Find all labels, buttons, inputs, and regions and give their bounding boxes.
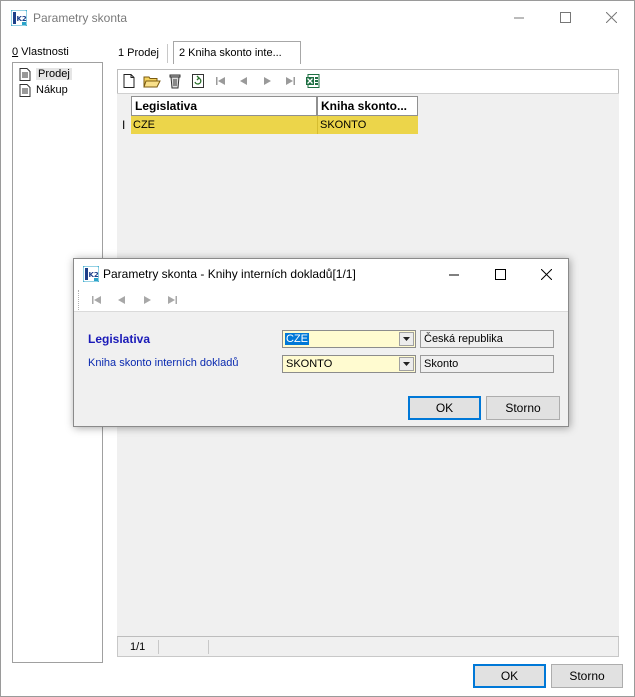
- new-button[interactable]: [117, 70, 140, 92]
- maximize-button[interactable]: [542, 1, 588, 34]
- tab-separator: [167, 44, 168, 63]
- dropdown-button[interactable]: [399, 332, 414, 346]
- storno-button[interactable]: Storno: [551, 664, 623, 688]
- dialog-title: Parametry skonta - Knihy interních dokla…: [103, 267, 356, 281]
- dialog-minimize-button[interactable]: [431, 259, 477, 289]
- table-cell[interactable]: CZE: [131, 116, 317, 134]
- row-indicator: I: [122, 118, 126, 132]
- first-record-button[interactable]: [209, 70, 232, 92]
- chevron-down-icon: [403, 362, 410, 366]
- column-header-kniha-skonto[interactable]: Kniha skonto...: [317, 96, 418, 116]
- legislativa-value: CZE: [285, 333, 309, 345]
- tab-kniha-skonto[interactable]: 2 Kniha skonto inte...: [173, 41, 301, 64]
- refresh-button[interactable]: [186, 70, 209, 92]
- svg-text:K2: K2: [17, 15, 27, 23]
- maximize-icon: [494, 268, 506, 280]
- prev-record-button[interactable]: [232, 70, 255, 92]
- chevron-down-icon: [403, 337, 410, 341]
- document-icon: [19, 83, 31, 97]
- open-button[interactable]: [140, 70, 163, 92]
- properties-label: 0 Vlastnosti: [12, 46, 69, 58]
- minimize-button[interactable]: [496, 1, 542, 34]
- delete-icon: [169, 74, 180, 89]
- status-bar: 1/1: [117, 637, 619, 657]
- prev-record-button[interactable]: [109, 290, 134, 310]
- minimize-icon: [513, 17, 524, 19]
- tree-item-label: Prodej: [36, 68, 72, 80]
- dialog-ok-button[interactable]: OK: [408, 396, 481, 420]
- dialog-maximize-button[interactable]: [477, 259, 523, 289]
- maximize-icon: [559, 12, 571, 23]
- last-record-button[interactable]: [159, 290, 184, 310]
- svg-text:K2: K2: [89, 271, 99, 279]
- dialog-record-nav: [78, 290, 184, 310]
- prev-record-icon: [117, 296, 125, 304]
- properties-label-text: Vlastnosti: [18, 46, 69, 58]
- window-title: Parametry skonta: [33, 11, 128, 25]
- next-record-button[interactable]: [134, 290, 159, 310]
- status-divider: [208, 640, 209, 654]
- kniha-skonto-value: SKONTO: [286, 358, 333, 370]
- column-header-legislativa[interactable]: Legislativa: [131, 96, 317, 116]
- detail-dialog: K2 Parametry skonta - Knihy interních do…: [73, 258, 569, 427]
- next-record-icon: [263, 77, 271, 85]
- legislativa-combo[interactable]: CZE: [282, 330, 416, 348]
- close-icon: [540, 268, 552, 280]
- record-toolbar: [117, 70, 324, 92]
- first-record-button[interactable]: [84, 290, 109, 310]
- first-record-icon: [215, 77, 225, 85]
- last-record-button[interactable]: [278, 70, 301, 92]
- k2-logo-icon: K2: [83, 266, 99, 282]
- new-document-icon: [123, 74, 134, 88]
- tree-item-label: Nákup: [36, 84, 68, 96]
- dropdown-button[interactable]: [399, 357, 414, 371]
- close-icon: [605, 12, 617, 23]
- excel-export-icon: [305, 74, 319, 88]
- kniha-skonto-label: Kniha skonto interních dokladů: [88, 357, 239, 369]
- tree-item-nakup[interactable]: Nákup: [18, 82, 71, 98]
- prev-record-icon: [239, 77, 247, 85]
- kniha-skonto-description: Skonto: [420, 355, 554, 373]
- dialog-close-button[interactable]: [523, 259, 569, 289]
- delete-button[interactable]: [163, 70, 186, 92]
- tab-prodej[interactable]: 1 Prodej: [113, 41, 164, 64]
- next-record-icon: [143, 296, 151, 304]
- tree-item-prodej[interactable]: Prodej: [18, 66, 75, 82]
- title-bar: K2 Parametry skonta: [1, 1, 634, 34]
- next-record-button[interactable]: [255, 70, 278, 92]
- page-counter: 1/1: [130, 641, 146, 653]
- close-button[interactable]: [588, 1, 634, 34]
- minimize-icon: [448, 274, 459, 275]
- ok-button[interactable]: OK: [473, 664, 546, 688]
- last-record-icon: [285, 77, 295, 85]
- k2-logo-icon: K2: [11, 10, 27, 26]
- refresh-icon: [191, 74, 204, 88]
- table-cell[interactable]: SKONTO: [317, 116, 418, 134]
- first-record-icon: [91, 296, 101, 304]
- last-record-icon: [167, 296, 177, 304]
- dialog-storno-button[interactable]: Storno: [486, 396, 560, 420]
- status-divider: [158, 640, 159, 654]
- kniha-skonto-combo[interactable]: SKONTO: [282, 355, 416, 373]
- excel-export-button[interactable]: [301, 70, 324, 92]
- open-folder-icon: [142, 76, 161, 88]
- legislativa-label: Legislativa: [88, 332, 151, 346]
- dialog-title-bar: K2 Parametry skonta - Knihy interních do…: [74, 259, 568, 289]
- dialog-body: Legislativa CZE Česká republika Kniha sk…: [74, 311, 568, 426]
- document-icon: [19, 67, 31, 81]
- legislativa-description: Česká republika: [420, 330, 554, 348]
